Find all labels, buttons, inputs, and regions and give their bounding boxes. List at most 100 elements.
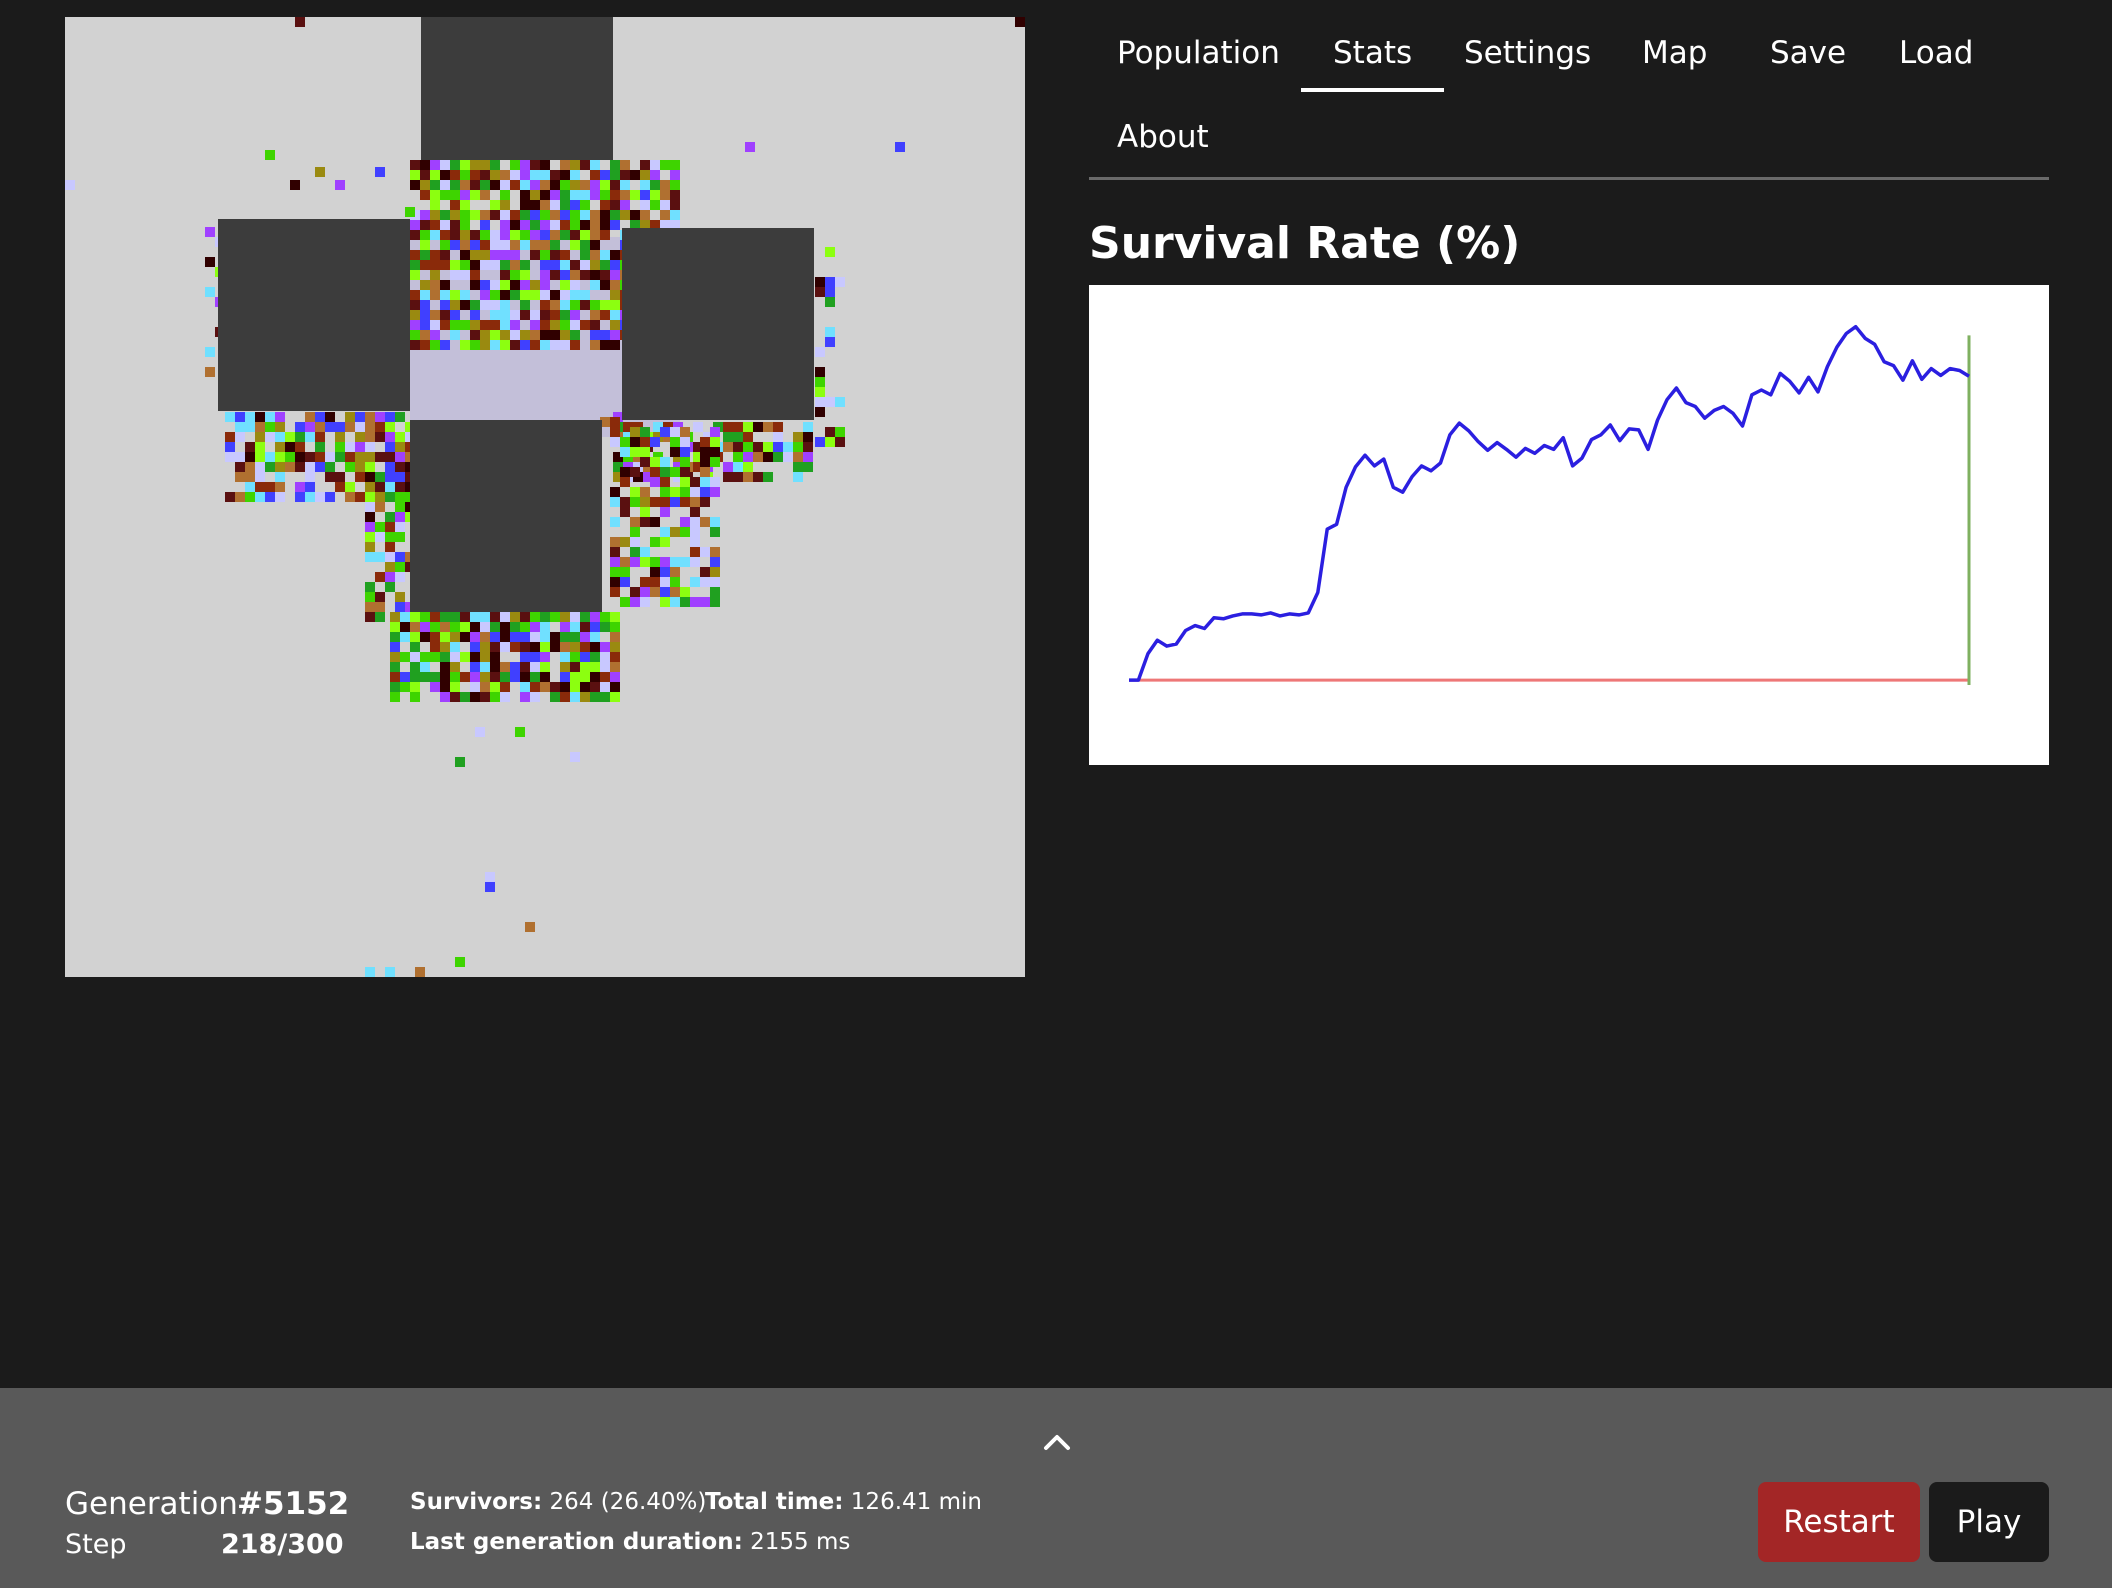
tab-save[interactable]: Save — [1770, 38, 1846, 69]
creature — [825, 247, 835, 257]
creature — [440, 340, 450, 350]
creature — [550, 190, 560, 200]
tab-settings[interactable]: Settings — [1464, 38, 1591, 69]
creature — [723, 432, 733, 442]
creature — [440, 260, 450, 270]
creature — [375, 612, 385, 622]
creature — [590, 230, 600, 240]
creature — [405, 207, 415, 217]
play-button[interactable]: Play — [1929, 1482, 2049, 1562]
creature — [305, 492, 315, 502]
creature — [600, 280, 610, 290]
creature — [530, 642, 540, 652]
creature — [500, 662, 510, 672]
total-time-label: Total time: — [705, 1489, 844, 1515]
creature — [650, 587, 660, 597]
creature — [783, 452, 793, 462]
creature — [530, 190, 540, 200]
creature — [580, 290, 590, 300]
creature — [390, 662, 400, 672]
creature — [420, 160, 430, 170]
creature — [440, 160, 450, 170]
creature — [580, 632, 590, 642]
creature — [480, 340, 490, 350]
creature — [743, 442, 753, 452]
tab-stats[interactable]: Stats — [1300, 38, 1445, 92]
creature — [580, 662, 590, 672]
creature — [375, 412, 385, 422]
creature — [753, 472, 763, 482]
creature — [630, 487, 640, 497]
creature — [500, 682, 510, 692]
creature — [680, 487, 690, 497]
creature — [420, 612, 430, 622]
creature — [385, 967, 395, 977]
total-time-value: 126.41 min — [850, 1489, 982, 1515]
creature — [540, 340, 550, 350]
creature — [835, 427, 845, 437]
control-panel: Generation #5152 Step 218/300 Survivors:… — [0, 1388, 2112, 1588]
tab-population[interactable]: Population — [1117, 38, 1280, 69]
creature — [670, 497, 680, 507]
creature — [570, 682, 580, 692]
creature — [395, 532, 405, 542]
creature — [520, 310, 530, 320]
creature — [530, 340, 540, 350]
creature — [520, 340, 530, 350]
creature — [515, 727, 525, 737]
tab-about[interactable]: About — [1117, 122, 1209, 153]
creature — [470, 662, 480, 672]
creature — [640, 507, 650, 517]
creature — [480, 180, 490, 190]
creature — [440, 170, 450, 180]
creature — [560, 340, 570, 350]
creature — [590, 310, 600, 320]
creature — [480, 692, 490, 702]
creature — [560, 662, 570, 672]
creature — [733, 452, 743, 462]
creature — [510, 160, 520, 170]
tab-map[interactable]: Map — [1642, 38, 1707, 69]
creature — [680, 467, 690, 477]
restart-button[interactable]: Restart — [1758, 1482, 1920, 1562]
creature — [540, 160, 550, 170]
creature — [440, 290, 450, 300]
creature — [510, 180, 520, 190]
creature — [600, 260, 610, 270]
creature — [460, 200, 470, 210]
creature — [430, 642, 440, 652]
tab-load[interactable]: Load — [1899, 38, 1973, 69]
creature — [680, 457, 690, 467]
creature — [580, 240, 590, 250]
creature — [450, 330, 460, 340]
creature — [550, 330, 560, 340]
creature — [560, 260, 570, 270]
creature — [590, 682, 600, 692]
creature — [205, 287, 215, 297]
creature — [700, 457, 710, 467]
creature — [530, 320, 540, 330]
creature — [670, 487, 680, 497]
creature — [395, 432, 405, 442]
creature — [763, 422, 773, 432]
creature — [610, 612, 620, 622]
creature — [825, 427, 835, 437]
creature — [610, 320, 620, 330]
creature — [450, 180, 460, 190]
creature — [235, 412, 245, 422]
creature — [430, 280, 440, 290]
creature — [430, 170, 440, 180]
chevron-up-icon[interactable] — [1040, 1428, 1074, 1454]
creature — [470, 622, 480, 632]
creature — [640, 170, 650, 180]
creature — [365, 462, 375, 472]
creature — [825, 337, 835, 347]
creature — [395, 502, 405, 512]
creature — [640, 487, 650, 497]
creature — [540, 612, 550, 622]
creature — [520, 230, 530, 240]
creature — [470, 270, 480, 280]
creature — [410, 662, 420, 672]
creature — [430, 310, 440, 320]
simulation-canvas[interactable] — [65, 17, 1025, 977]
